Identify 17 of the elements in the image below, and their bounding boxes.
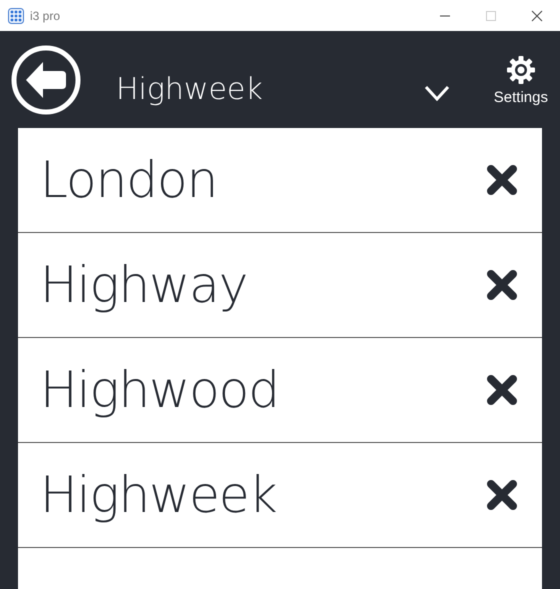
place-name: Highweek	[40, 466, 277, 524]
app-icon	[8, 8, 24, 24]
remove-button[interactable]	[486, 479, 518, 511]
window-title: i3 pro	[30, 8, 60, 22]
dropdown-button[interactable]	[424, 84, 450, 100]
place-name: London	[40, 151, 218, 209]
header-title: Highweek	[116, 72, 263, 107]
maximize-icon	[485, 10, 497, 22]
close-icon	[531, 10, 543, 22]
remove-button[interactable]	[486, 269, 518, 301]
remove-button[interactable]	[486, 164, 518, 196]
place-name: Highwood	[40, 361, 279, 419]
back-button[interactable]	[10, 44, 82, 116]
place-name: Highway	[40, 256, 248, 314]
remove-button[interactable]	[486, 374, 518, 406]
settings-button[interactable]: Settings	[494, 55, 548, 106]
settings-icon	[506, 55, 536, 85]
